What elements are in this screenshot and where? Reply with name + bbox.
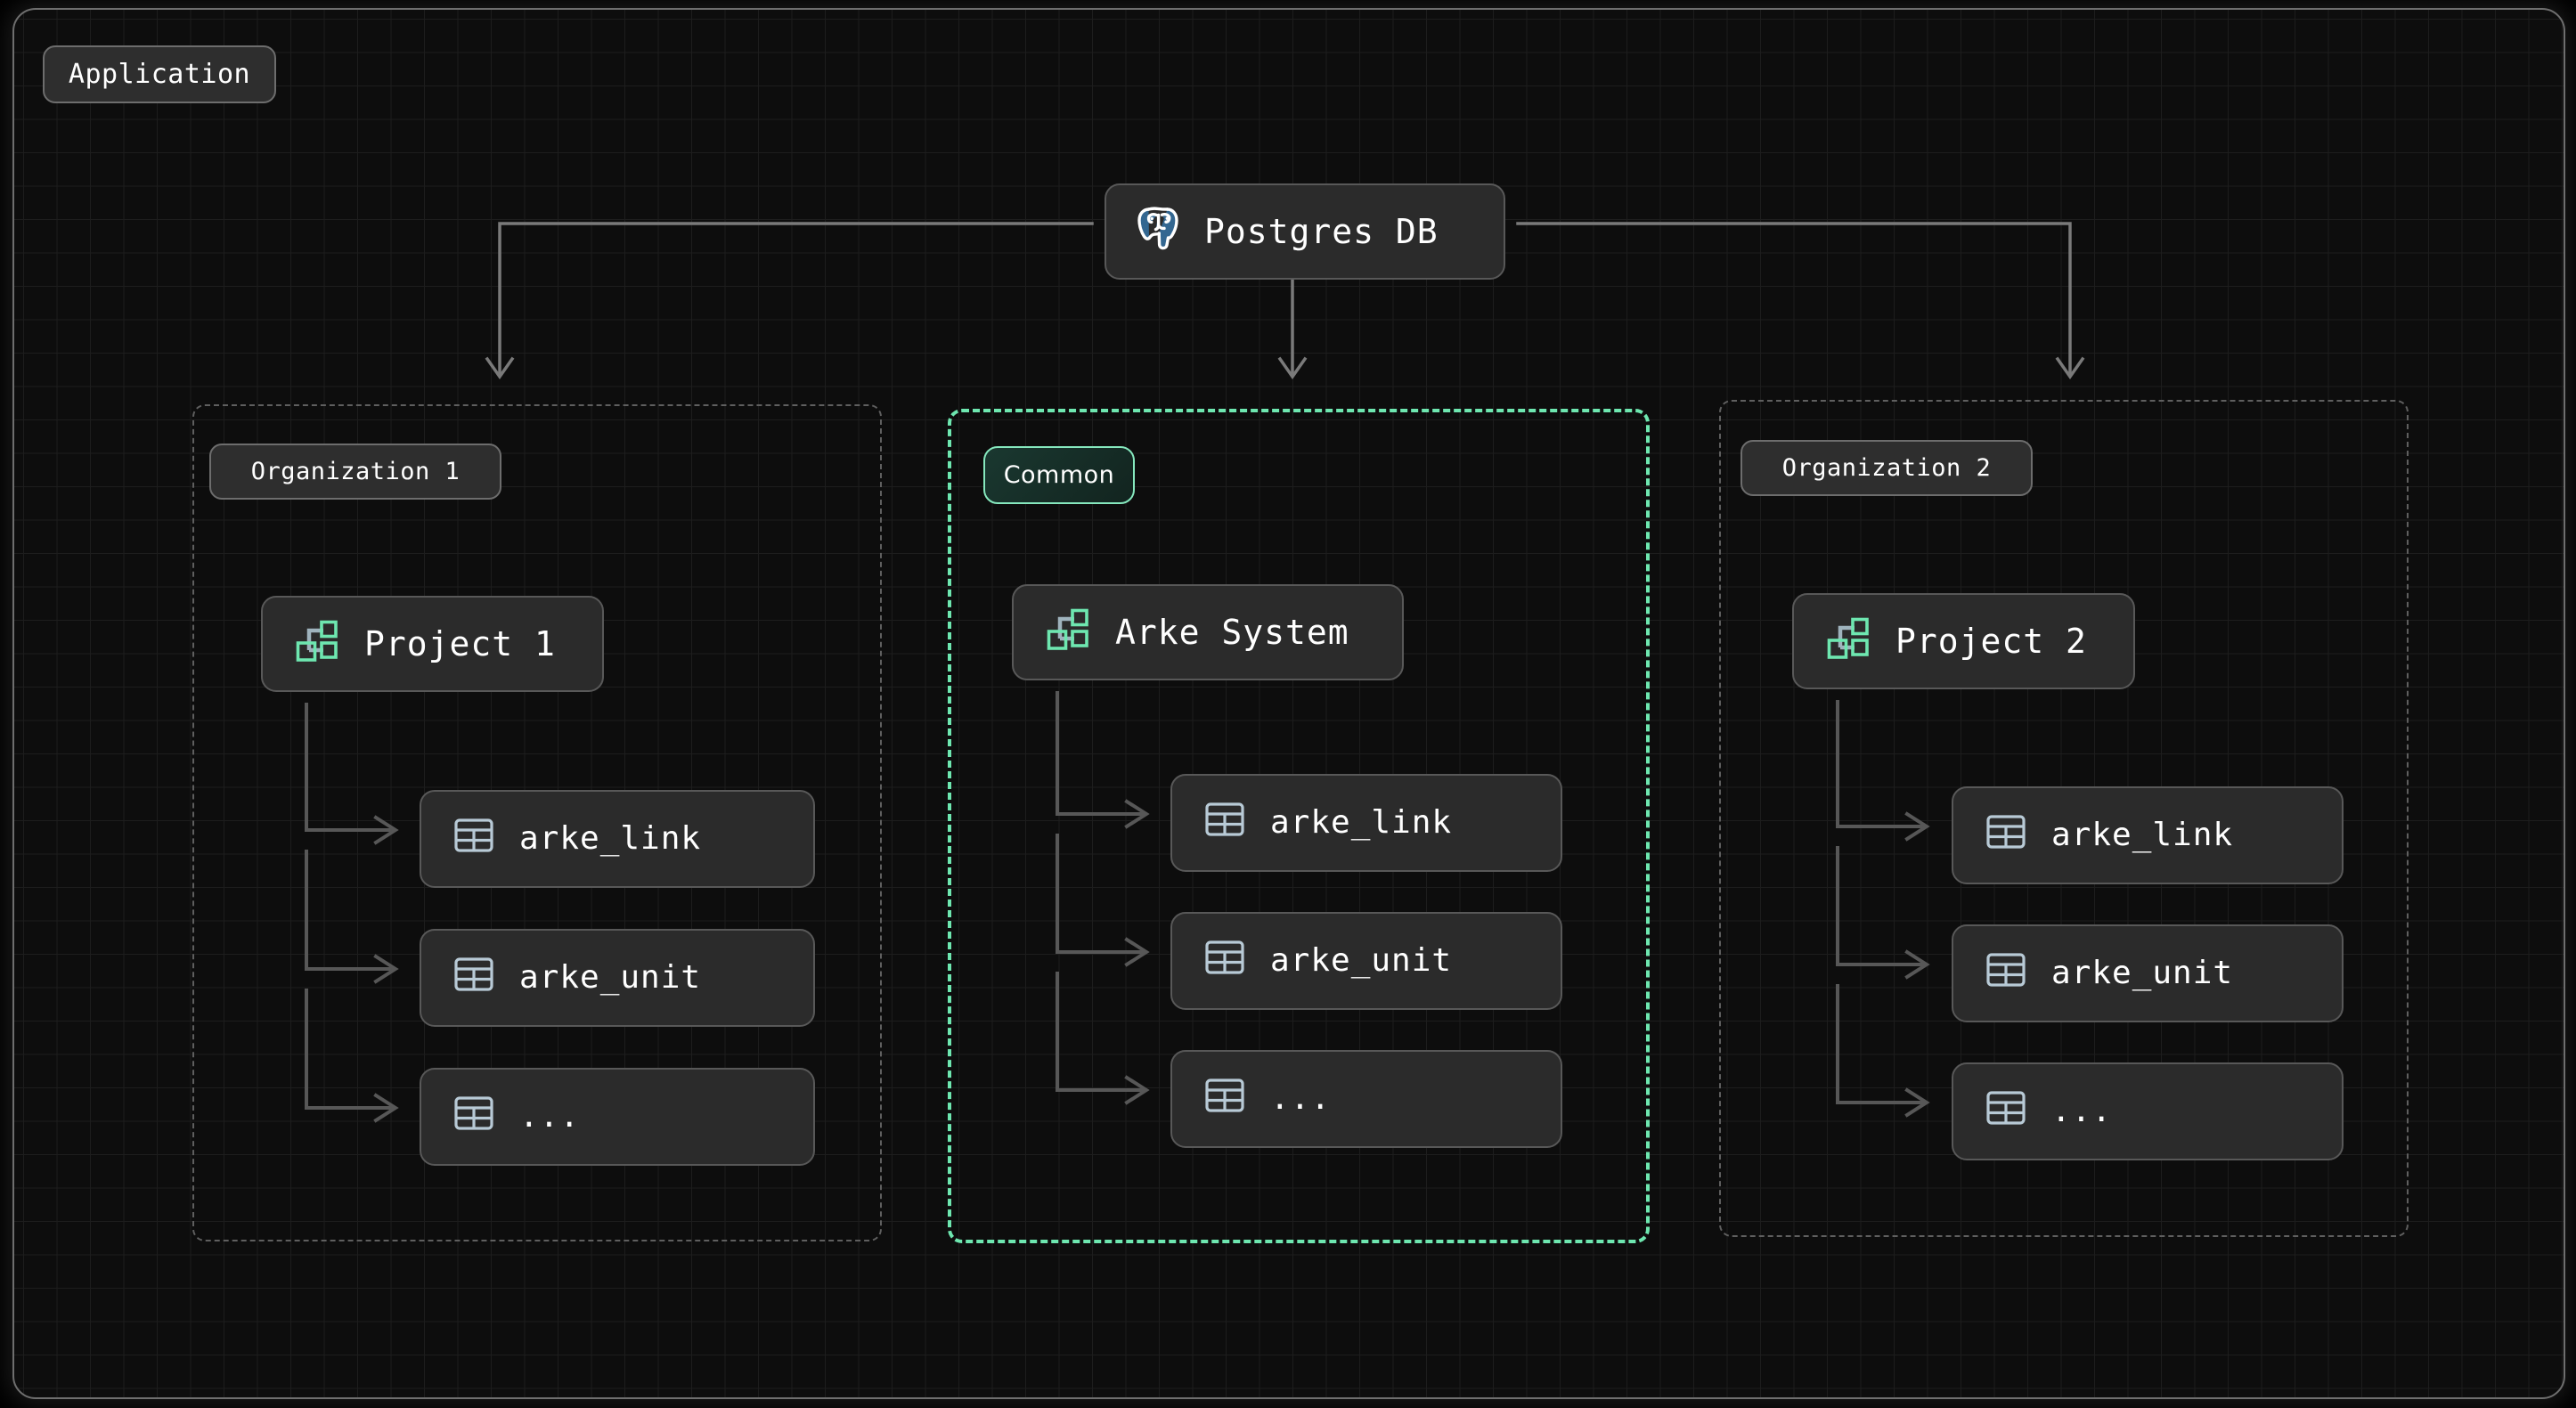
- table-node-common-arke-unit[interactable]: arke_unit: [1170, 912, 1562, 1010]
- node-postgres-db-label: Postgres DB: [1204, 212, 1439, 251]
- table-icon: [453, 815, 494, 864]
- table-icon: [1204, 799, 1245, 848]
- node-project-1[interactable]: Project 1: [261, 596, 604, 692]
- table-icon: [1985, 949, 2026, 998]
- table-icon: [1204, 1075, 1245, 1124]
- table-node-label: ...: [1270, 1080, 1332, 1117]
- table-node-org1-arke-link[interactable]: arke_link: [420, 790, 815, 888]
- table-icon: [1204, 937, 1245, 986]
- node-postgres-db[interactable]: Postgres DB: [1105, 183, 1505, 280]
- group-label-org2-text: Organization 2: [1781, 454, 1992, 482]
- node-arke-system-label: Arke System: [1115, 613, 1349, 652]
- table-node-common-arke-link[interactable]: arke_link: [1170, 774, 1562, 872]
- group-label-org2: Organization 2: [1740, 440, 2033, 496]
- edge-postgres-to-org2: [1516, 222, 2072, 377]
- application-title-label: Application: [68, 59, 251, 90]
- table-node-org1-more[interactable]: ...: [420, 1068, 815, 1166]
- edge-postgres-to-org1: [498, 222, 1094, 377]
- node-arke-system[interactable]: Arke System: [1012, 584, 1404, 680]
- table-node-label: arke_link: [1270, 804, 1453, 841]
- sitemap-icon: [1046, 606, 1092, 660]
- application-frame: Application Organization 1 Common Organi…: [12, 8, 2565, 1399]
- node-project-2-label: Project 2: [1895, 622, 2087, 661]
- table-node-label: ...: [2051, 1093, 2113, 1129]
- table-icon: [453, 954, 494, 1003]
- node-project-2[interactable]: Project 2: [1792, 593, 2135, 689]
- group-label-org1-text: Organization 1: [250, 458, 461, 485]
- table-node-org2-arke-unit[interactable]: arke_unit: [1952, 924, 2344, 1022]
- table-node-label: arke_unit: [519, 959, 702, 996]
- table-node-label: ...: [519, 1098, 581, 1135]
- table-node-org2-more[interactable]: ...: [1952, 1062, 2344, 1160]
- table-node-label: arke_unit: [2051, 955, 2234, 991]
- group-label-org1: Organization 1: [209, 444, 501, 500]
- table-icon: [1985, 811, 2026, 860]
- sitemap-icon: [1826, 614, 1872, 669]
- table-node-org2-arke-link[interactable]: arke_link: [1952, 786, 2344, 884]
- table-node-label: arke_unit: [1270, 942, 1453, 979]
- table-node-common-more[interactable]: ...: [1170, 1050, 1562, 1148]
- diagram-canvas: Application Organization 1 Common Organi…: [0, 0, 2576, 1408]
- sitemap-icon: [295, 617, 341, 671]
- table-node-org1-arke-unit[interactable]: arke_unit: [420, 929, 815, 1027]
- group-label-common-text: Common: [1003, 461, 1115, 489]
- application-title-badge: Application: [43, 45, 276, 103]
- group-label-common: Common: [983, 446, 1135, 504]
- node-project-1-label: Project 1: [364, 624, 556, 663]
- postgres-elephant-icon: [1137, 206, 1179, 258]
- table-node-label: arke_link: [519, 820, 702, 857]
- table-node-label: arke_link: [2051, 817, 2234, 853]
- table-icon: [453, 1093, 494, 1142]
- table-icon: [1985, 1087, 2026, 1136]
